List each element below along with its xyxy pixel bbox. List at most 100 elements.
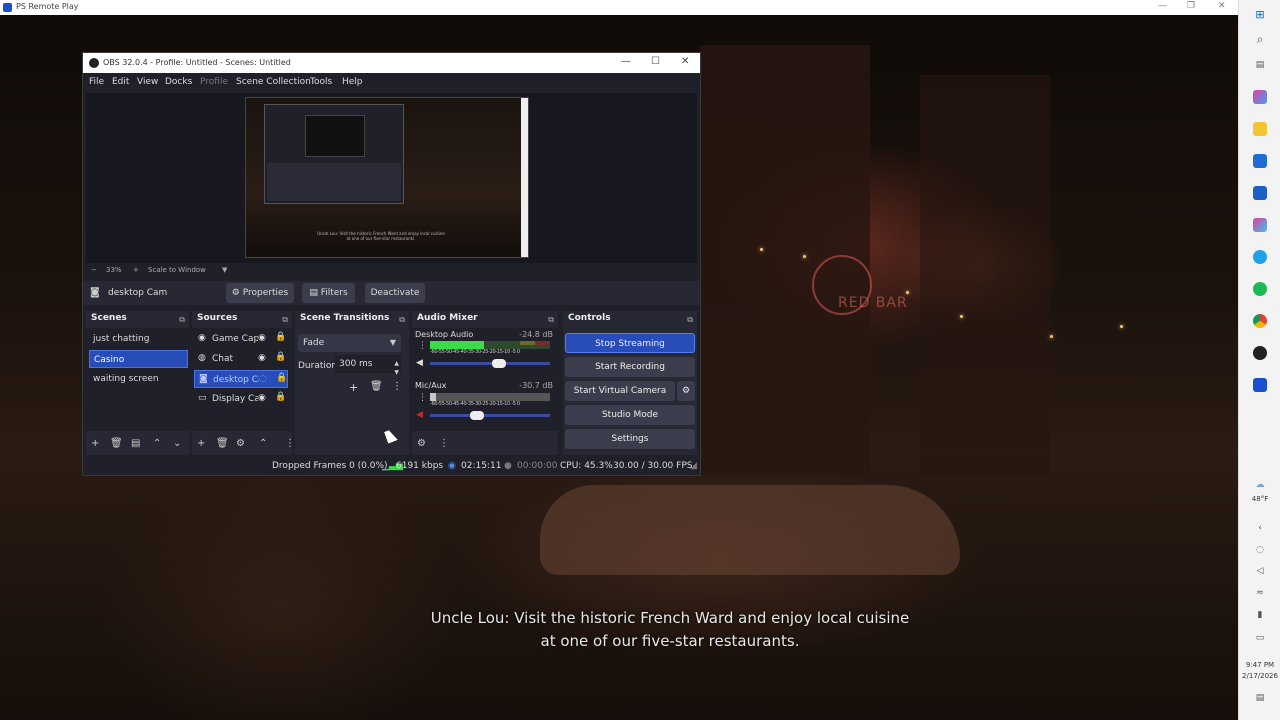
desktop-icon[interactable]: ▭ (1239, 633, 1280, 643)
zoom-in-button[interactable]: + (133, 266, 139, 274)
lock-icon[interactable]: 🔒 (275, 352, 286, 362)
gear-icon[interactable]: ⚙ (417, 438, 426, 449)
filter-scene-icon[interactable]: ▤ (131, 438, 140, 449)
clock-date[interactable]: 2/17/2026 (1239, 672, 1280, 680)
slider-handle[interactable] (470, 411, 484, 420)
more-icon[interactable]: ⋮ (285, 438, 295, 449)
start-virtual-camera-button[interactable]: Start Virtual Camera (565, 381, 675, 401)
preview-area[interactable]: Uncle Lou: Visit the historic French War… (86, 93, 697, 263)
source-item[interactable]: ▭ Display Capture ◉ 🔒 (194, 390, 288, 408)
undock-icon[interactable]: ⧉ (282, 312, 288, 327)
start-icon[interactable]: ⊞ (1239, 8, 1280, 21)
menu-scene-collection[interactable]: Scene Collection (236, 77, 311, 87)
wifi-icon[interactable]: ≈ (1239, 588, 1280, 598)
lock-icon[interactable]: 🔒 (275, 392, 286, 402)
mail-icon[interactable] (1253, 186, 1267, 200)
start-recording-button[interactable]: Start Recording (565, 357, 695, 377)
close-icon[interactable]: ✕ (1218, 1, 1226, 11)
more-icon[interactable]: ⋮ (418, 341, 427, 351)
lock-icon[interactable]: 🔒 (276, 373, 287, 383)
muted-speaker-icon[interactable]: ◀ (416, 410, 423, 420)
stop-streaming-button[interactable]: Stop Streaming (565, 333, 695, 353)
menu-profile[interactable]: Profile (200, 77, 228, 87)
more-icon[interactable]: ⋮ (418, 393, 427, 403)
menu-edit[interactable]: Edit (112, 77, 129, 87)
network-icon[interactable]: ◌ (1239, 545, 1280, 555)
more-icon[interactable]: ⋮ (439, 438, 449, 449)
add-transition-icon[interactable]: + (349, 381, 358, 394)
undock-icon[interactable]: ⧉ (548, 312, 554, 327)
gear-icon[interactable]: ⚙ (236, 438, 245, 449)
transition-select[interactable]: Fade ▼ (298, 334, 401, 352)
edge-icon[interactable] (1253, 250, 1267, 264)
battery-icon[interactable]: ▮ (1239, 610, 1280, 620)
remove-scene-icon[interactable]: 🗑 (110, 438, 123, 449)
copilot-app-icon[interactable] (1253, 218, 1267, 232)
close-icon[interactable]: ✕ (681, 56, 689, 67)
source-item[interactable]: ◉ Game Capture ◉ 🔒 (194, 330, 288, 348)
duration-input[interactable]: 300 ms ▲ ▼ (335, 355, 401, 376)
settings-button[interactable]: Settings (565, 429, 695, 449)
remove-source-icon[interactable]: 🗑 (216, 438, 229, 449)
remote-play-icon[interactable] (1253, 378, 1267, 392)
chrome-icon[interactable] (1253, 314, 1267, 328)
eye-icon[interactable]: ◉ (258, 393, 266, 403)
clock-time[interactable]: 9:47 PM (1239, 661, 1280, 669)
program-preview[interactable]: Uncle Lou: Visit the historic French War… (245, 97, 529, 258)
store-icon[interactable] (1253, 154, 1267, 168)
menu-view[interactable]: View (137, 77, 158, 87)
more-icon[interactable]: ⋮ (392, 381, 402, 392)
search-icon[interactable]: ⌕ (1239, 32, 1280, 47)
notifications-icon[interactable]: ▤ (1239, 693, 1280, 703)
resize-grip-icon[interactable]: ◢ (690, 461, 697, 471)
move-down-icon[interactable]: ⌄ (173, 438, 181, 449)
menu-help[interactable]: Help (342, 77, 363, 87)
source-item[interactable]: ◍ Chat ◉ 🔒 (194, 350, 288, 368)
zoom-out-button[interactable]: − (91, 266, 97, 274)
volume-slider[interactable] (430, 359, 550, 368)
volume-slider[interactable] (430, 411, 550, 420)
minimize-icon[interactable]: — (621, 56, 631, 67)
filters-button[interactable]: ▤ Filters (302, 283, 355, 303)
undock-icon[interactable]: ⧉ (399, 312, 405, 327)
speaker-icon[interactable]: ◀ (416, 358, 423, 368)
menu-file[interactable]: File (89, 77, 104, 87)
eye-hidden-icon[interactable]: ◌ (259, 374, 267, 384)
restore-icon[interactable]: ❐ (1187, 1, 1195, 11)
undock-icon[interactable]: ⧉ (687, 312, 693, 327)
studio-mode-button[interactable]: Studio Mode (565, 405, 695, 425)
chevron-up-icon[interactable]: ‹ (1239, 523, 1280, 533)
virtual-camera-gear-icon[interactable]: ⚙ (677, 381, 695, 401)
volume-icon[interactable]: ◁ (1239, 566, 1280, 576)
menu-docks[interactable]: Docks (165, 77, 192, 87)
eye-icon[interactable]: ◉ (258, 353, 266, 363)
deactivate-button[interactable]: Deactivate (365, 283, 425, 303)
move-up-icon[interactable]: ⌃ (259, 438, 267, 449)
lock-icon[interactable]: 🔒 (275, 332, 286, 342)
remove-transition-icon[interactable]: 🗑 (370, 381, 383, 392)
scene-item[interactable]: just chatting (89, 330, 188, 348)
scale-mode-select[interactable]: Scale to Window (148, 266, 206, 274)
scene-item-selected[interactable]: Casino (89, 350, 188, 368)
file-explorer-icon[interactable] (1253, 122, 1267, 136)
filters-label: Filters (320, 288, 348, 298)
add-source-icon[interactable]: + (197, 438, 205, 449)
scene-item[interactable]: waiting screen (89, 370, 188, 388)
add-scene-icon[interactable]: + (91, 438, 99, 449)
obs-icon[interactable] (1253, 346, 1267, 360)
minimize-icon[interactable]: — (1158, 1, 1167, 11)
source-item-selected[interactable]: ◙ desktop Cam ◌ 🔒 (194, 370, 288, 388)
weather-icon[interactable]: ☁ (1239, 480, 1280, 490)
chevron-down-icon[interactable]: ▼ (222, 266, 227, 274)
properties-button[interactable]: ⚙ Properties (226, 283, 294, 303)
slider-handle[interactable] (492, 359, 506, 368)
decrement-icon[interactable]: ▼ (394, 364, 399, 382)
move-up-icon[interactable]: ⌃ (153, 438, 161, 449)
eye-icon[interactable]: ◉ (258, 333, 266, 343)
maximize-icon[interactable]: ☐ (651, 56, 660, 67)
spotify-icon[interactable] (1253, 282, 1267, 296)
menu-tools[interactable]: Tools (310, 77, 332, 87)
copilot-icon[interactable] (1253, 90, 1267, 104)
task-view-icon[interactable]: ▤ (1239, 60, 1280, 70)
undock-icon[interactable]: ⧉ (179, 312, 185, 327)
